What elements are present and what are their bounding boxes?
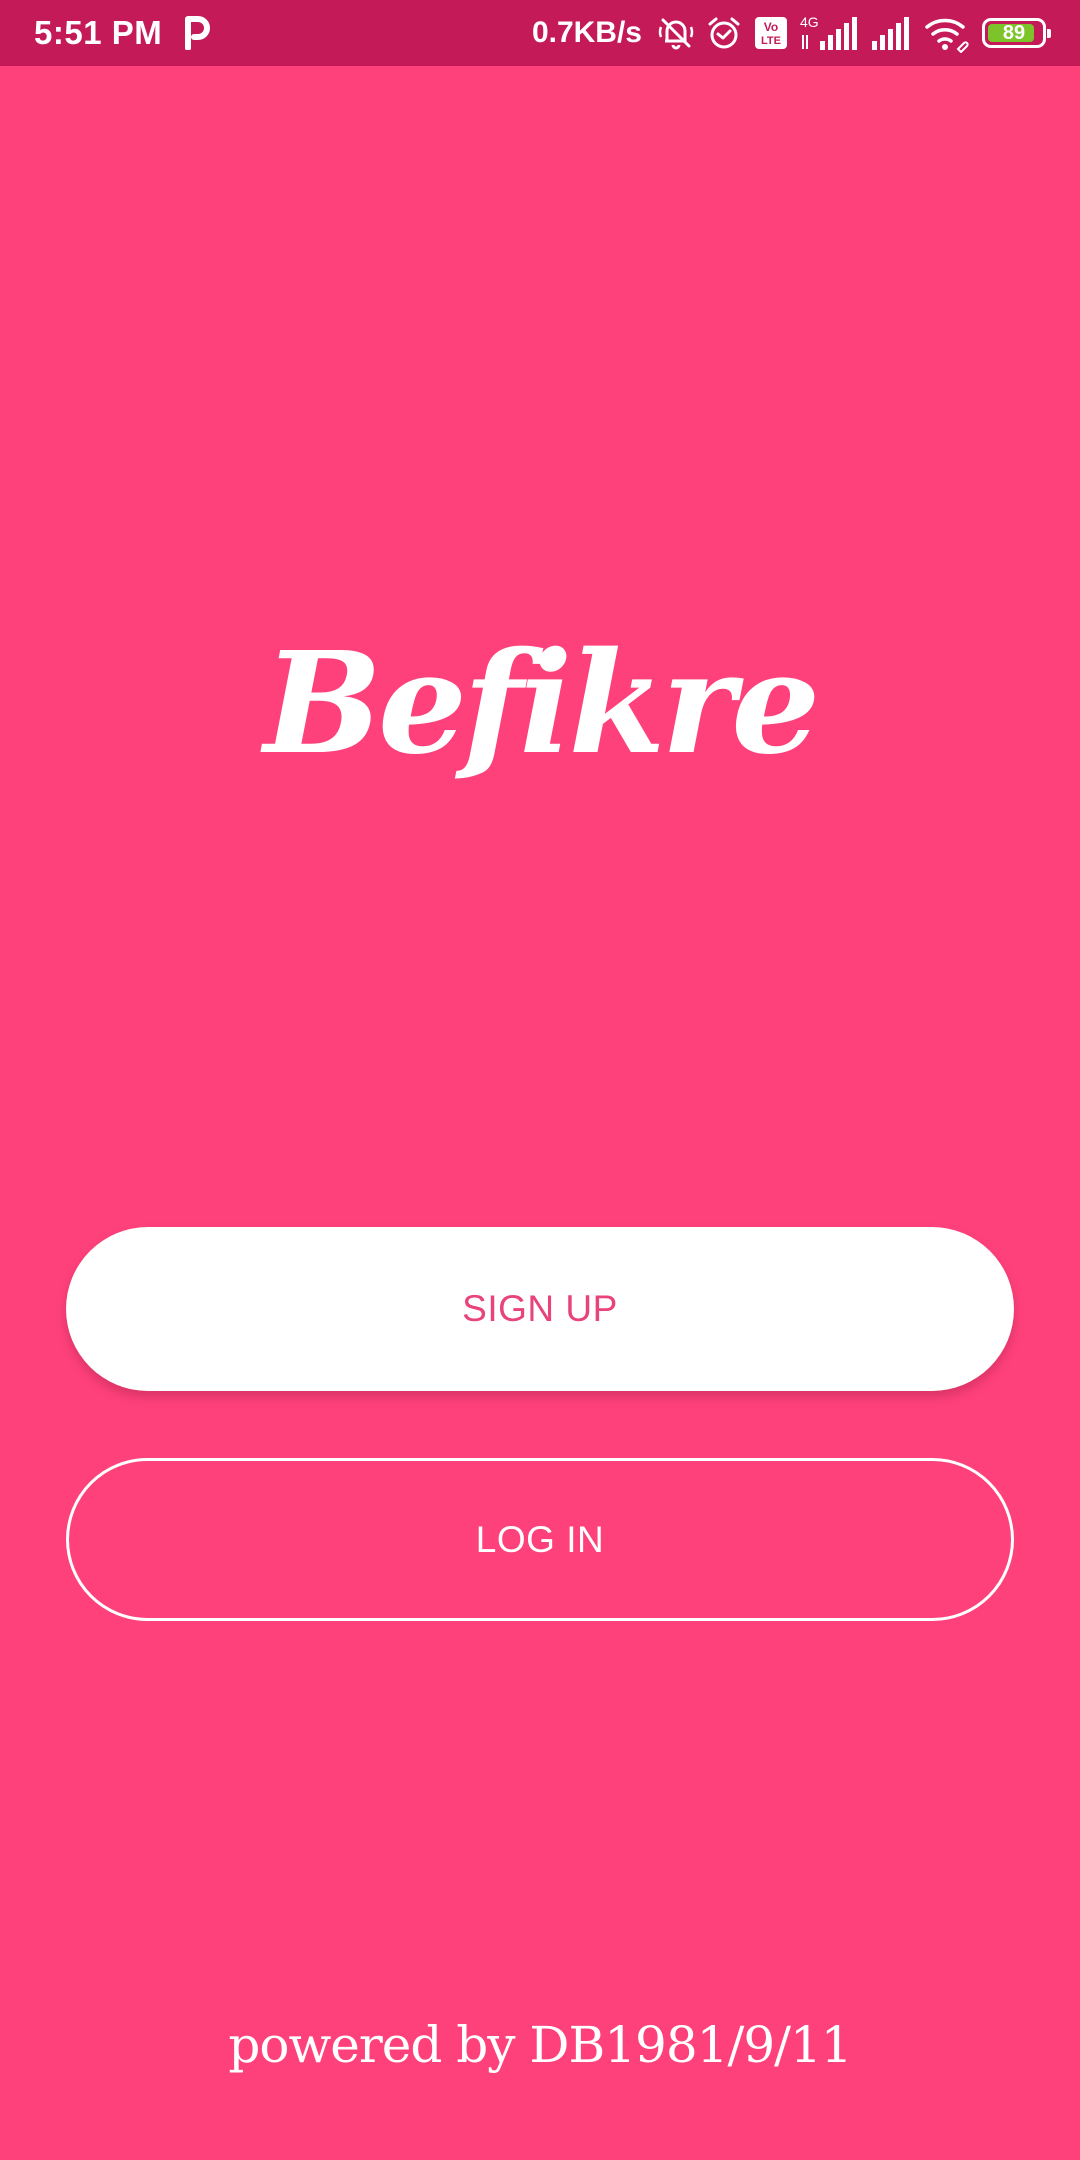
- status-time: 5:51 PM: [34, 14, 163, 51]
- signal-icon: [870, 13, 912, 53]
- signal-4g-icon: 4G: [800, 13, 858, 53]
- alarm-icon: [706, 13, 742, 53]
- status-bar: 5:51 PM 0.7KB/s Vo LTE 4G 89: [0, 0, 1080, 66]
- svg-text:Vo: Vo: [764, 20, 778, 34]
- parking-icon: [184, 13, 211, 53]
- status-left: 5:51 PM: [34, 0, 211, 66]
- status-right: 0.7KB/s Vo LTE 4G 89: [531, 0, 1051, 66]
- wifi-icon: [924, 13, 970, 53]
- battery-level: 89: [1002, 21, 1026, 44]
- mute-icon: [658, 13, 694, 53]
- app-logo: Befikre: [263, 622, 821, 786]
- network-speed: 0.7KB/s: [531, 16, 642, 49]
- sign-up-button[interactable]: SIGN UP: [66, 1227, 1014, 1391]
- log-in-button[interactable]: LOG IN: [66, 1458, 1014, 1621]
- svg-text:LTE: LTE: [761, 35, 781, 47]
- volte-icon: Vo LTE: [754, 13, 788, 53]
- powered-by-footer: powered by DB1981/9/11: [228, 2016, 852, 2074]
- svg-text:4G: 4G: [800, 14, 819, 30]
- battery-indicator: 89: [982, 18, 1051, 48]
- battery-icon: 89: [982, 13, 1051, 53]
- battery-tip: [1047, 29, 1051, 38]
